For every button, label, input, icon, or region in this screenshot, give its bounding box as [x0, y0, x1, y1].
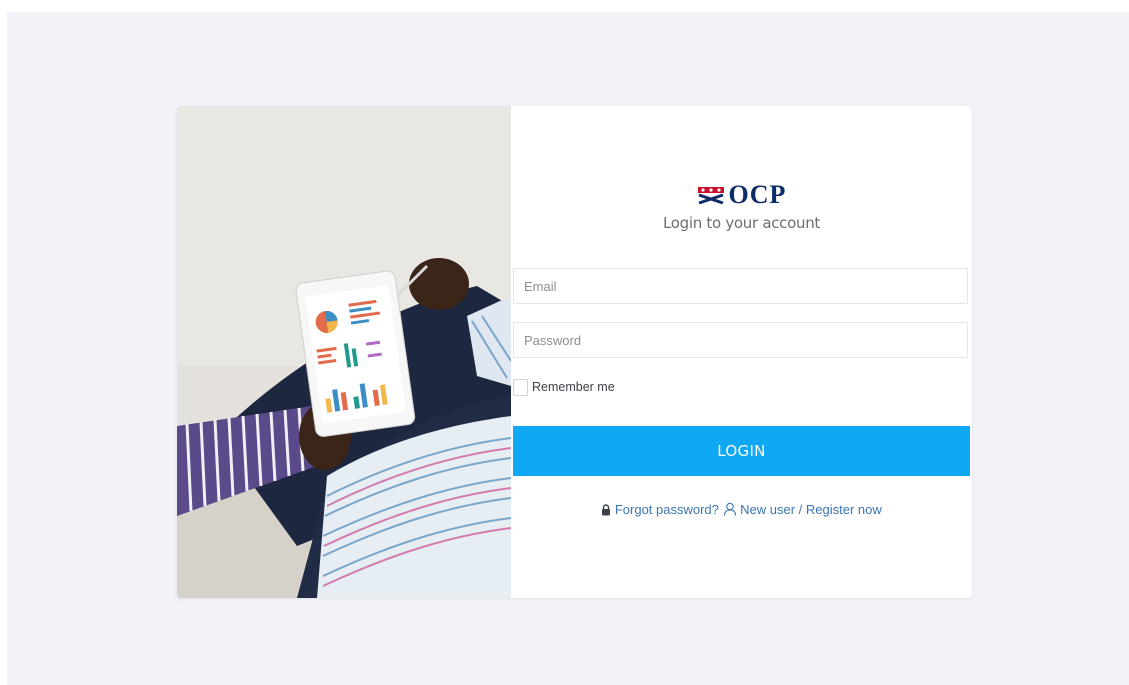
email-field[interactable]: [513, 268, 968, 304]
login-button[interactable]: LOGIN: [513, 426, 970, 476]
login-form: OCP Login to your account Remember me LO…: [511, 106, 972, 598]
remember-me: Remember me: [513, 378, 615, 396]
remember-me-checkbox[interactable]: [513, 378, 528, 396]
user-icon: [723, 502, 737, 519]
login-subtitle: Login to your account: [662, 214, 821, 232]
remember-me-label: Remember me: [532, 380, 615, 394]
ocp-emblem-icon: [697, 187, 724, 204]
auth-links: Forgot password? New user / Register now: [511, 502, 972, 519]
photo-illustration: [177, 106, 511, 598]
lock-icon: [601, 504, 611, 519]
ocp-logo: OCP: [511, 182, 972, 212]
hero-photo: [177, 106, 511, 598]
logo-text: OCP: [728, 180, 787, 209]
password-field[interactable]: [513, 322, 968, 358]
forgot-password-link[interactable]: Forgot password?: [615, 502, 719, 517]
login-card: OCP Login to your account Remember me LO…: [177, 106, 972, 598]
register-link[interactable]: New user / Register now: [740, 502, 882, 517]
